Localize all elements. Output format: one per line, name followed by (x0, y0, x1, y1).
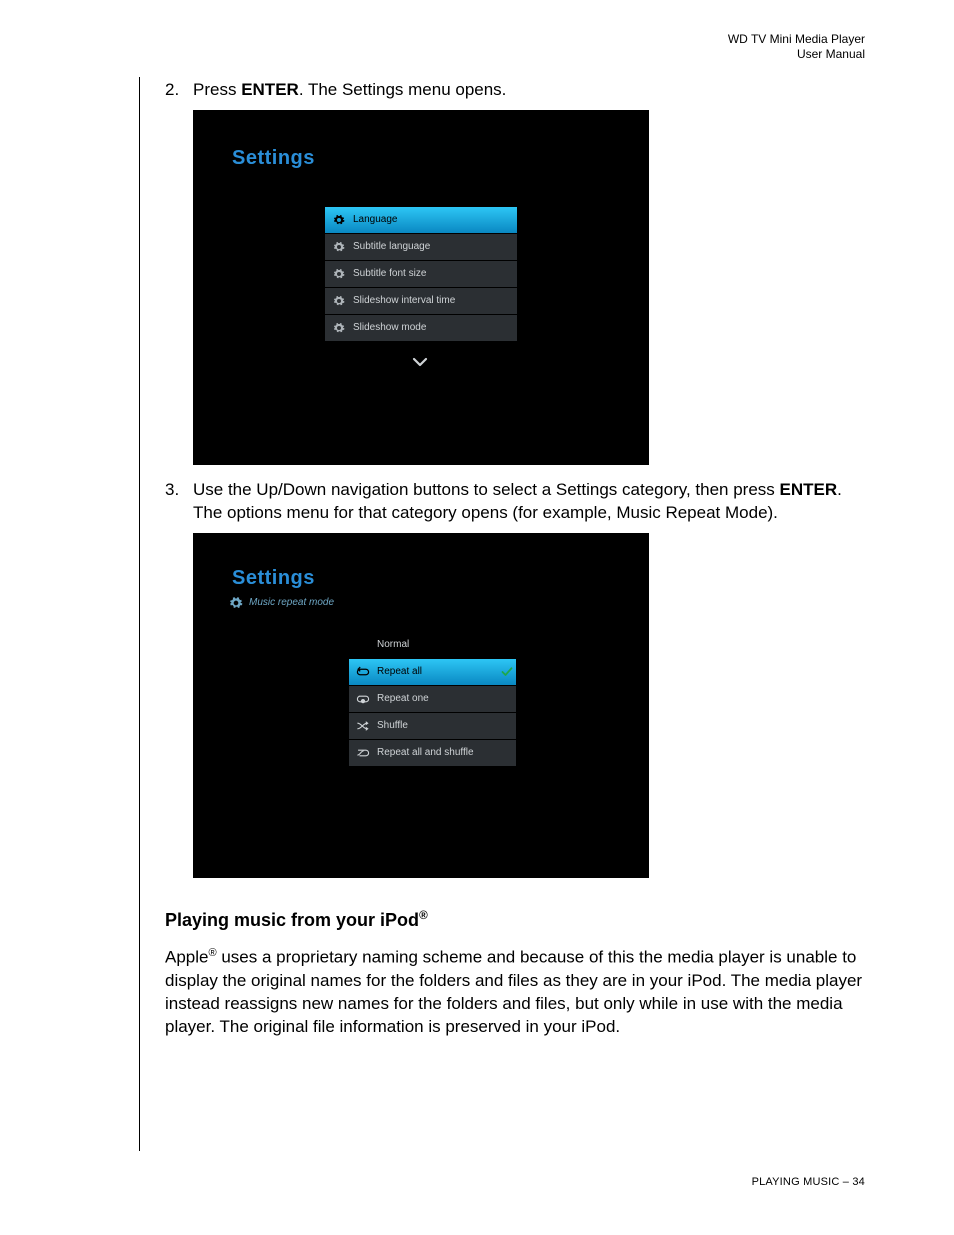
menu-item-subtitle-size[interactable]: Subtitle font size (325, 261, 517, 287)
gear-icon (325, 322, 353, 334)
repeat-icon (349, 666, 377, 678)
step-number: 2. (165, 79, 193, 102)
option-label: Shuffle (377, 719, 516, 733)
gear-icon (325, 214, 353, 226)
menu-label: Slideshow mode (353, 321, 517, 335)
menu-item-slideshow-mode[interactable]: Slideshow mode (325, 315, 517, 341)
menu-label: Subtitle language (353, 240, 517, 254)
section-paragraph: Apple® uses a proprietary naming scheme … (165, 946, 865, 1038)
option-repeat-shuffle[interactable]: Repeat all and shuffle (349, 740, 516, 766)
option-repeat-all[interactable]: Repeat all (349, 659, 516, 685)
header-product: WD TV Mini Media Player (728, 32, 865, 47)
menu-label: Subtitle font size (353, 267, 517, 281)
header-manual: User Manual (728, 47, 865, 62)
option-label: Repeat all (377, 665, 498, 679)
step-2: 2. Press ENTER. The Settings menu opens. (165, 79, 865, 102)
repeat-shuffle-icon (349, 747, 377, 759)
page-footer: PLAYING MUSIC – 34 (752, 1175, 865, 1190)
gear-icon (325, 241, 353, 253)
shuffle-icon (349, 720, 377, 732)
screen-subtitle: Music repeat mode (229, 596, 334, 610)
option-normal[interactable]: Normal (349, 632, 516, 658)
content-area: 2. Press ENTER. The Settings menu opens.… (165, 79, 865, 1039)
menu-label: Language (353, 213, 517, 227)
registered-mark: ® (419, 909, 428, 922)
section-heading: Playing music from your iPod® (165, 908, 865, 932)
step-text: Press ENTER. The Settings menu opens. (193, 79, 865, 102)
registered-mark: ® (208, 947, 216, 959)
page-header: WD TV Mini Media Player User Manual (728, 32, 865, 62)
option-label: Normal (377, 638, 516, 652)
menu-item-language[interactable]: Language (325, 207, 517, 233)
option-shuffle[interactable]: Shuffle (349, 713, 516, 739)
margin-rule (139, 77, 140, 1151)
gear-icon (229, 596, 243, 610)
repeat-one-icon (349, 693, 377, 705)
step-3: 3. Use the Up/Down navigation buttons to… (165, 479, 865, 525)
menu-item-slideshow-interval[interactable]: Slideshow interval time (325, 288, 517, 314)
repeat-menu: Normal Repeat all Repeat one (349, 632, 516, 767)
gear-icon (325, 268, 353, 280)
step-number: 3. (165, 479, 193, 525)
gear-icon (325, 295, 353, 307)
screen-title: Settings (232, 565, 315, 592)
check-icon (498, 666, 516, 678)
menu-item-subtitle-lang[interactable]: Subtitle language (325, 234, 517, 260)
settings-menu: Language Subtitle language Subtitle font… (325, 207, 517, 342)
option-label: Repeat all and shuffle (377, 746, 516, 760)
option-repeat-one[interactable]: Repeat one (349, 686, 516, 712)
screenshot-settings: Settings Language Subtitle language Subt… (193, 110, 649, 465)
option-label: Repeat one (377, 692, 516, 706)
subtitle-text: Music repeat mode (249, 596, 334, 610)
menu-label: Slideshow interval time (353, 294, 517, 308)
chevron-down-icon (412, 355, 428, 369)
screen-title: Settings (232, 145, 315, 172)
step-text: Use the Up/Down navigation buttons to se… (193, 479, 865, 525)
screenshot-repeat-mode: Settings Music repeat mode Normal Repeat… (193, 533, 649, 878)
